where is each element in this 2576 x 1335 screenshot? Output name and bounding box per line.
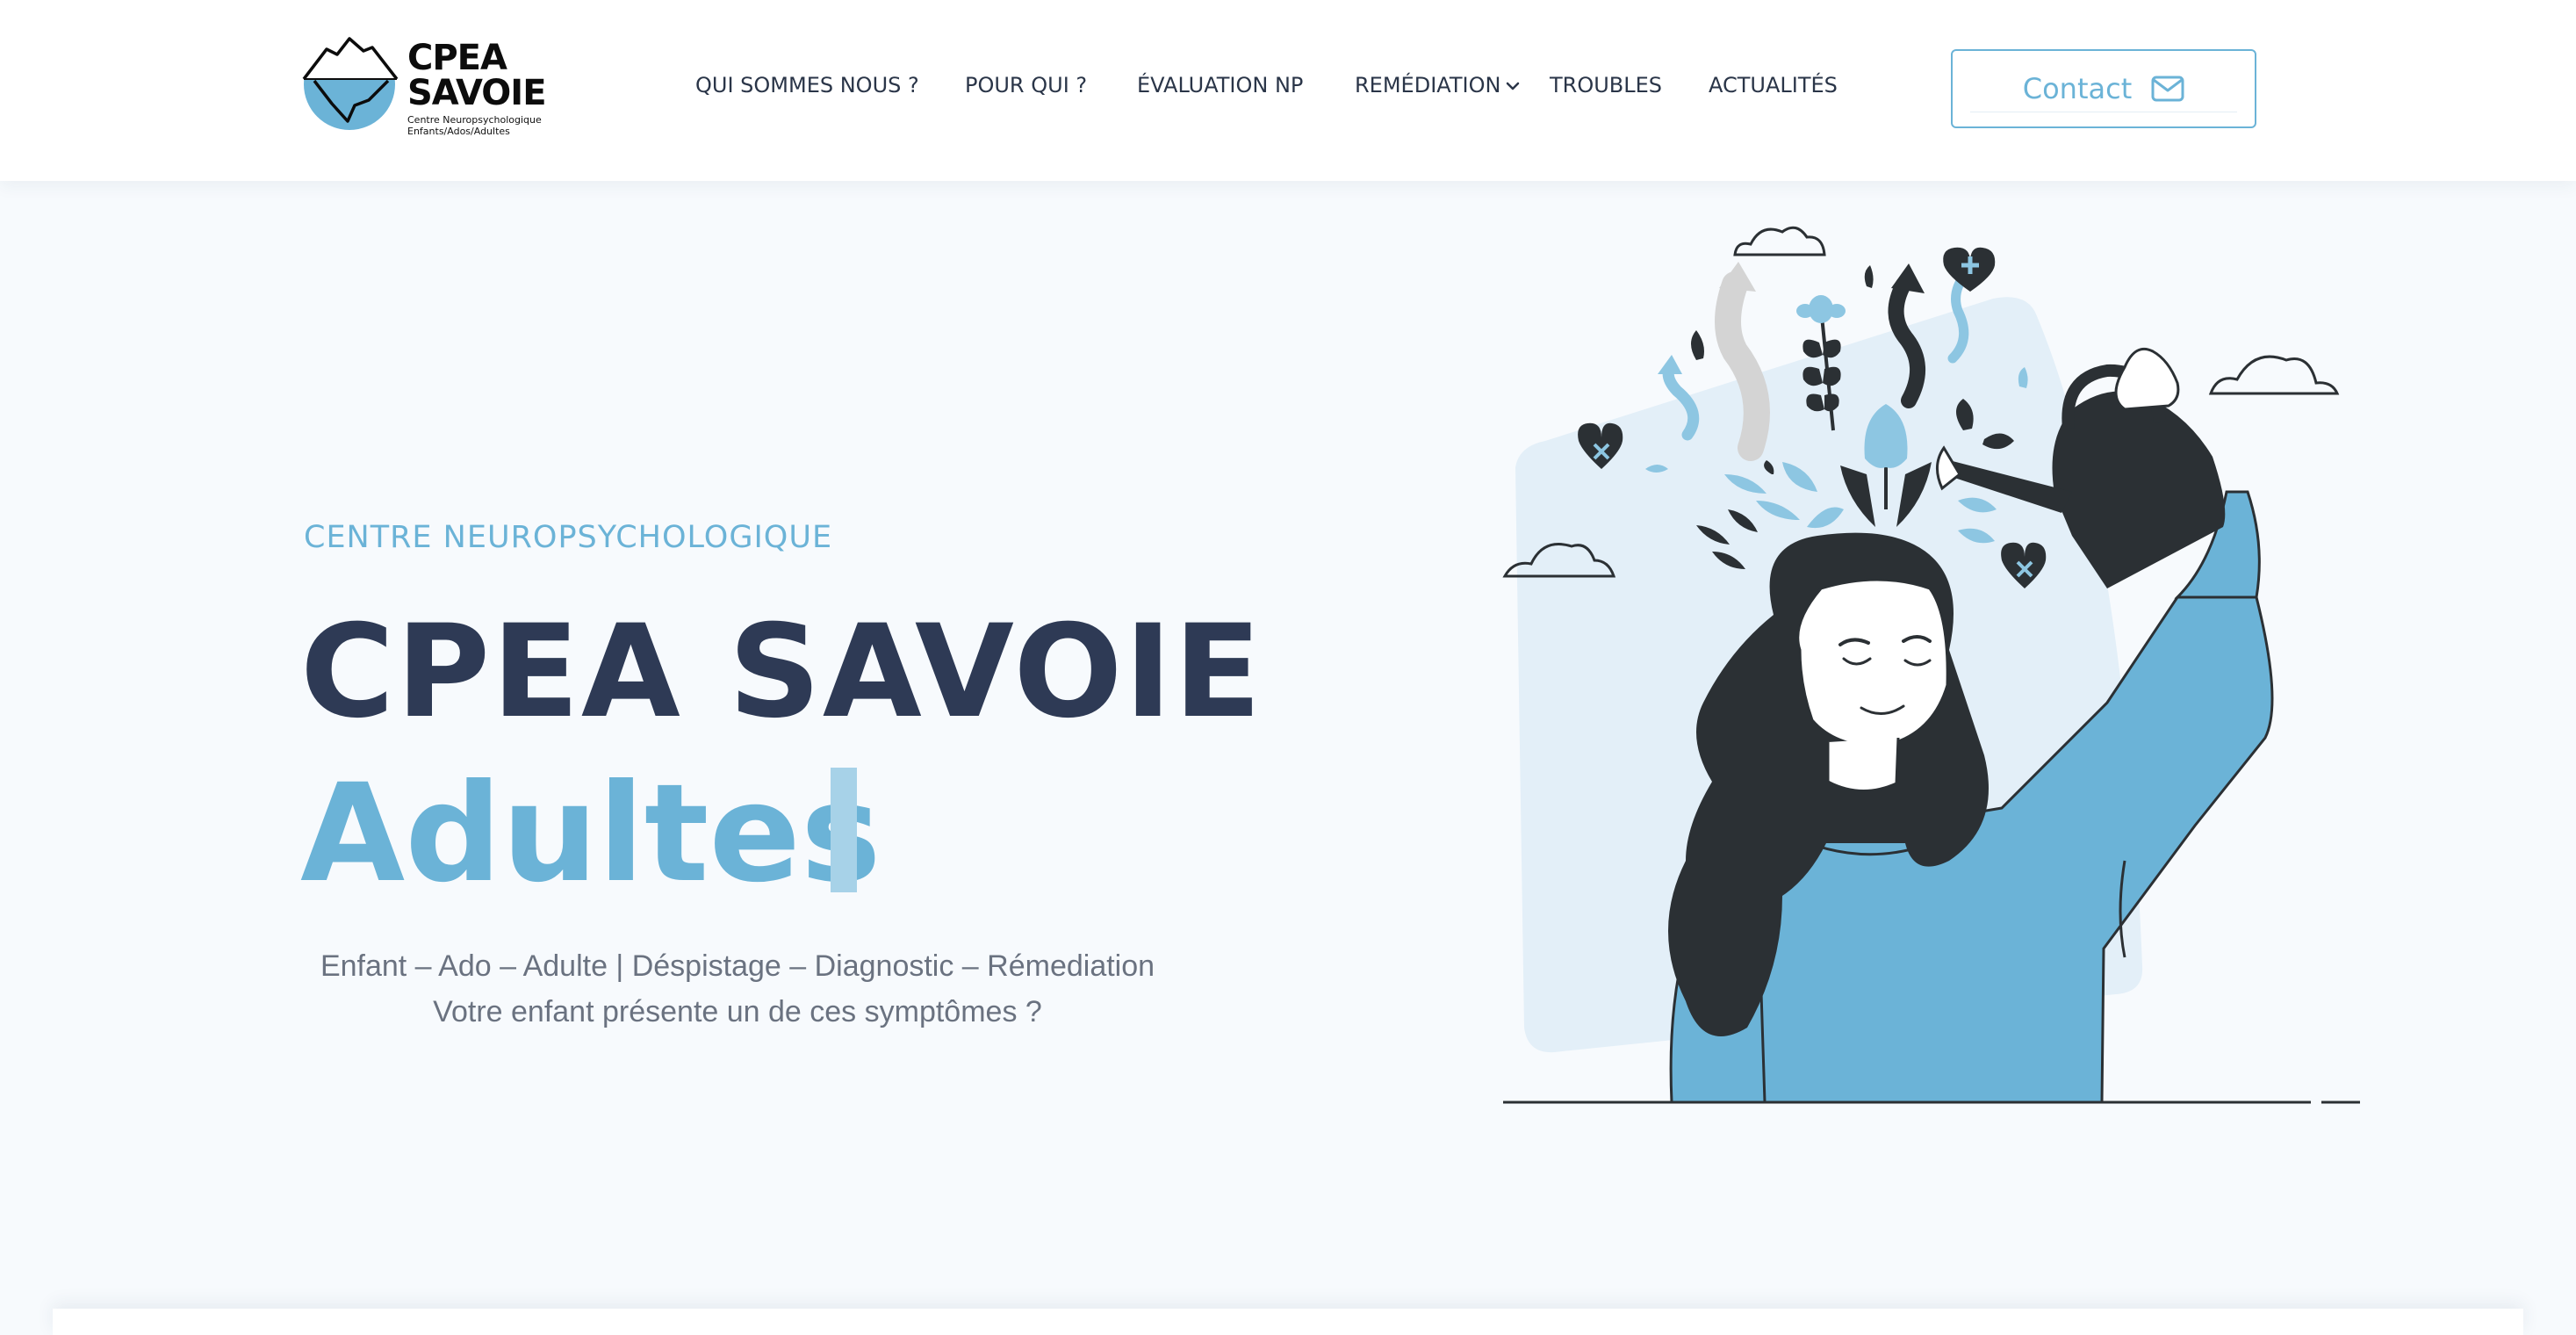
hero-subtitle-line2: Votre enfant présente un de ces symptôme…	[433, 995, 1042, 1028]
nav-item-qui-sommes-nous[interactable]: QUI SOMMES NOUS ?	[695, 72, 919, 98]
nav-item-remediation[interactable]: REMÉDIATION	[1355, 72, 1500, 98]
nav-item-pour-qui[interactable]: POUR QUI ?	[965, 72, 1087, 98]
typing-caret	[831, 768, 857, 892]
hero-eyebrow: CENTRE NEUROPSYCHOLOGIQUE	[304, 520, 833, 555]
contact-button-label: Contact	[2022, 72, 2133, 105]
logo-subtitle-line1: Centre Neuropsychologique	[407, 114, 542, 126]
nav-item-actualites[interactable]: ACTUALITÉS	[1709, 72, 1838, 98]
hero-subtitle: Enfant – Ado – Adulte | Déspistage – Dia…	[299, 943, 1176, 1035]
contact-button[interactable]: Contact	[1951, 49, 2256, 128]
mail-icon	[2151, 76, 2184, 102]
arrow-icon	[1658, 355, 1682, 374]
hero-typed-word: Adultes	[300, 755, 881, 913]
hand	[2114, 347, 2180, 411]
logo-subtitle-line2: Enfants/Ados/Adultes	[407, 126, 510, 137]
hero-illustration	[1502, 226, 2360, 1104]
nav-item-troubles[interactable]: TROUBLES	[1550, 72, 1662, 98]
site-header: CPEA SAVOIE Centre Neuropsychologique En…	[0, 0, 2576, 181]
next-section-edge	[53, 1309, 2523, 1335]
neck	[1826, 737, 1900, 792]
nav-item-evaluation-np[interactable]: ÉVALUATION NP	[1137, 72, 1303, 98]
cloud-icon	[2208, 355, 2340, 395]
hero-subtitle-line1: Enfant – Ado – Adulte | Déspistage – Dia…	[320, 949, 1155, 983]
chevron-down-icon[interactable]	[1504, 77, 1522, 95]
hero-title: CPEA SAVOIE	[300, 597, 1263, 747]
cloud-icon	[1733, 226, 1826, 256]
